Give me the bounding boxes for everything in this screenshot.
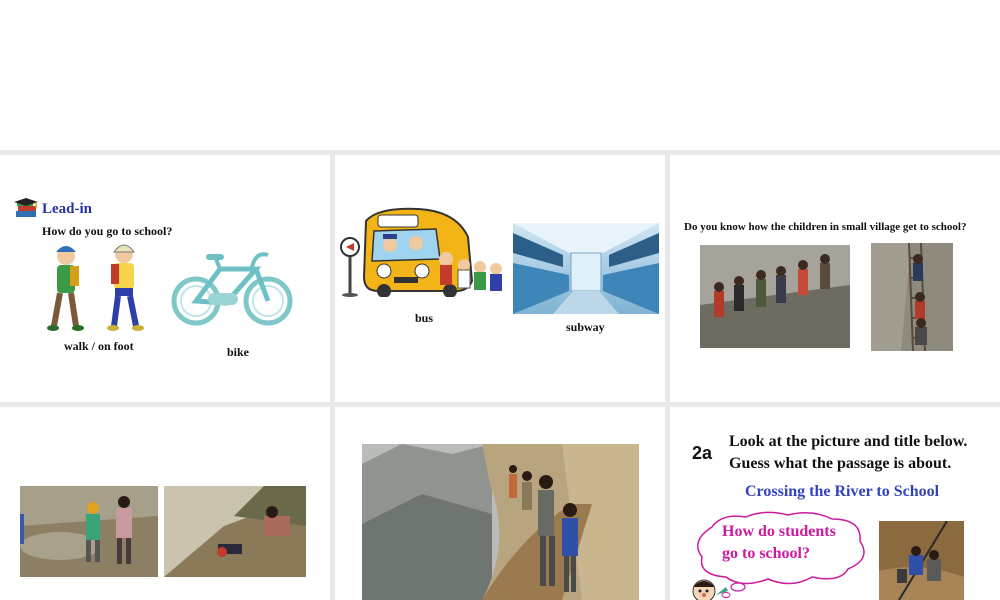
bubble-line-2: go to school? <box>722 545 810 562</box>
subway-label: subway <box>566 320 605 334</box>
cliff-ladder-photo <box>871 243 953 351</box>
slide-title: Lead-in <box>42 201 93 217</box>
slide-transport[interactable]: bus subway <box>335 155 665 402</box>
walk-label: walk / on foot <box>64 339 134 353</box>
slide-2a[interactable]: 2a Look at the picture and title below. … <box>670 407 1000 600</box>
thinking-boy-illustration <box>690 575 730 600</box>
instruction-line-2: Guess what the passage is about. <box>729 455 952 472</box>
bike-label: bike <box>227 345 250 359</box>
question-text: How do you go to school? <box>42 224 173 238</box>
cliff-path-photo <box>700 245 850 348</box>
slide-cliff-walk[interactable] <box>335 407 665 600</box>
bus-label: bus <box>415 311 434 325</box>
bubble-line-1: How do students <box>722 523 836 540</box>
book-stack-icon <box>14 197 40 221</box>
cliff-walk-photo <box>362 444 639 600</box>
instruction-line-1: Look at the picture and title below. <box>729 433 968 450</box>
slide-mud-path[interactable] <box>0 407 330 600</box>
subway-interior-photo <box>513 223 659 314</box>
slide-village-question[interactable]: Do you know how the children in small vi… <box>670 155 1000 402</box>
bicycle-illustration <box>168 245 296 327</box>
slide-lead-in[interactable]: Lead-in How do you go to school? walk / … <box>0 155 330 402</box>
muddy-road-photo <box>20 486 158 577</box>
bus-illustration <box>338 207 510 297</box>
passage-title: Crossing the River to School <box>745 483 940 500</box>
walking-children-illustration <box>42 240 157 332</box>
river-crossing-photo <box>879 521 964 600</box>
top-blank-area <box>0 0 1000 150</box>
exercise-tag: 2a <box>692 443 713 463</box>
village-question-text: Do you know how the children in small vi… <box>684 221 967 233</box>
steep-slope-photo <box>164 486 306 577</box>
